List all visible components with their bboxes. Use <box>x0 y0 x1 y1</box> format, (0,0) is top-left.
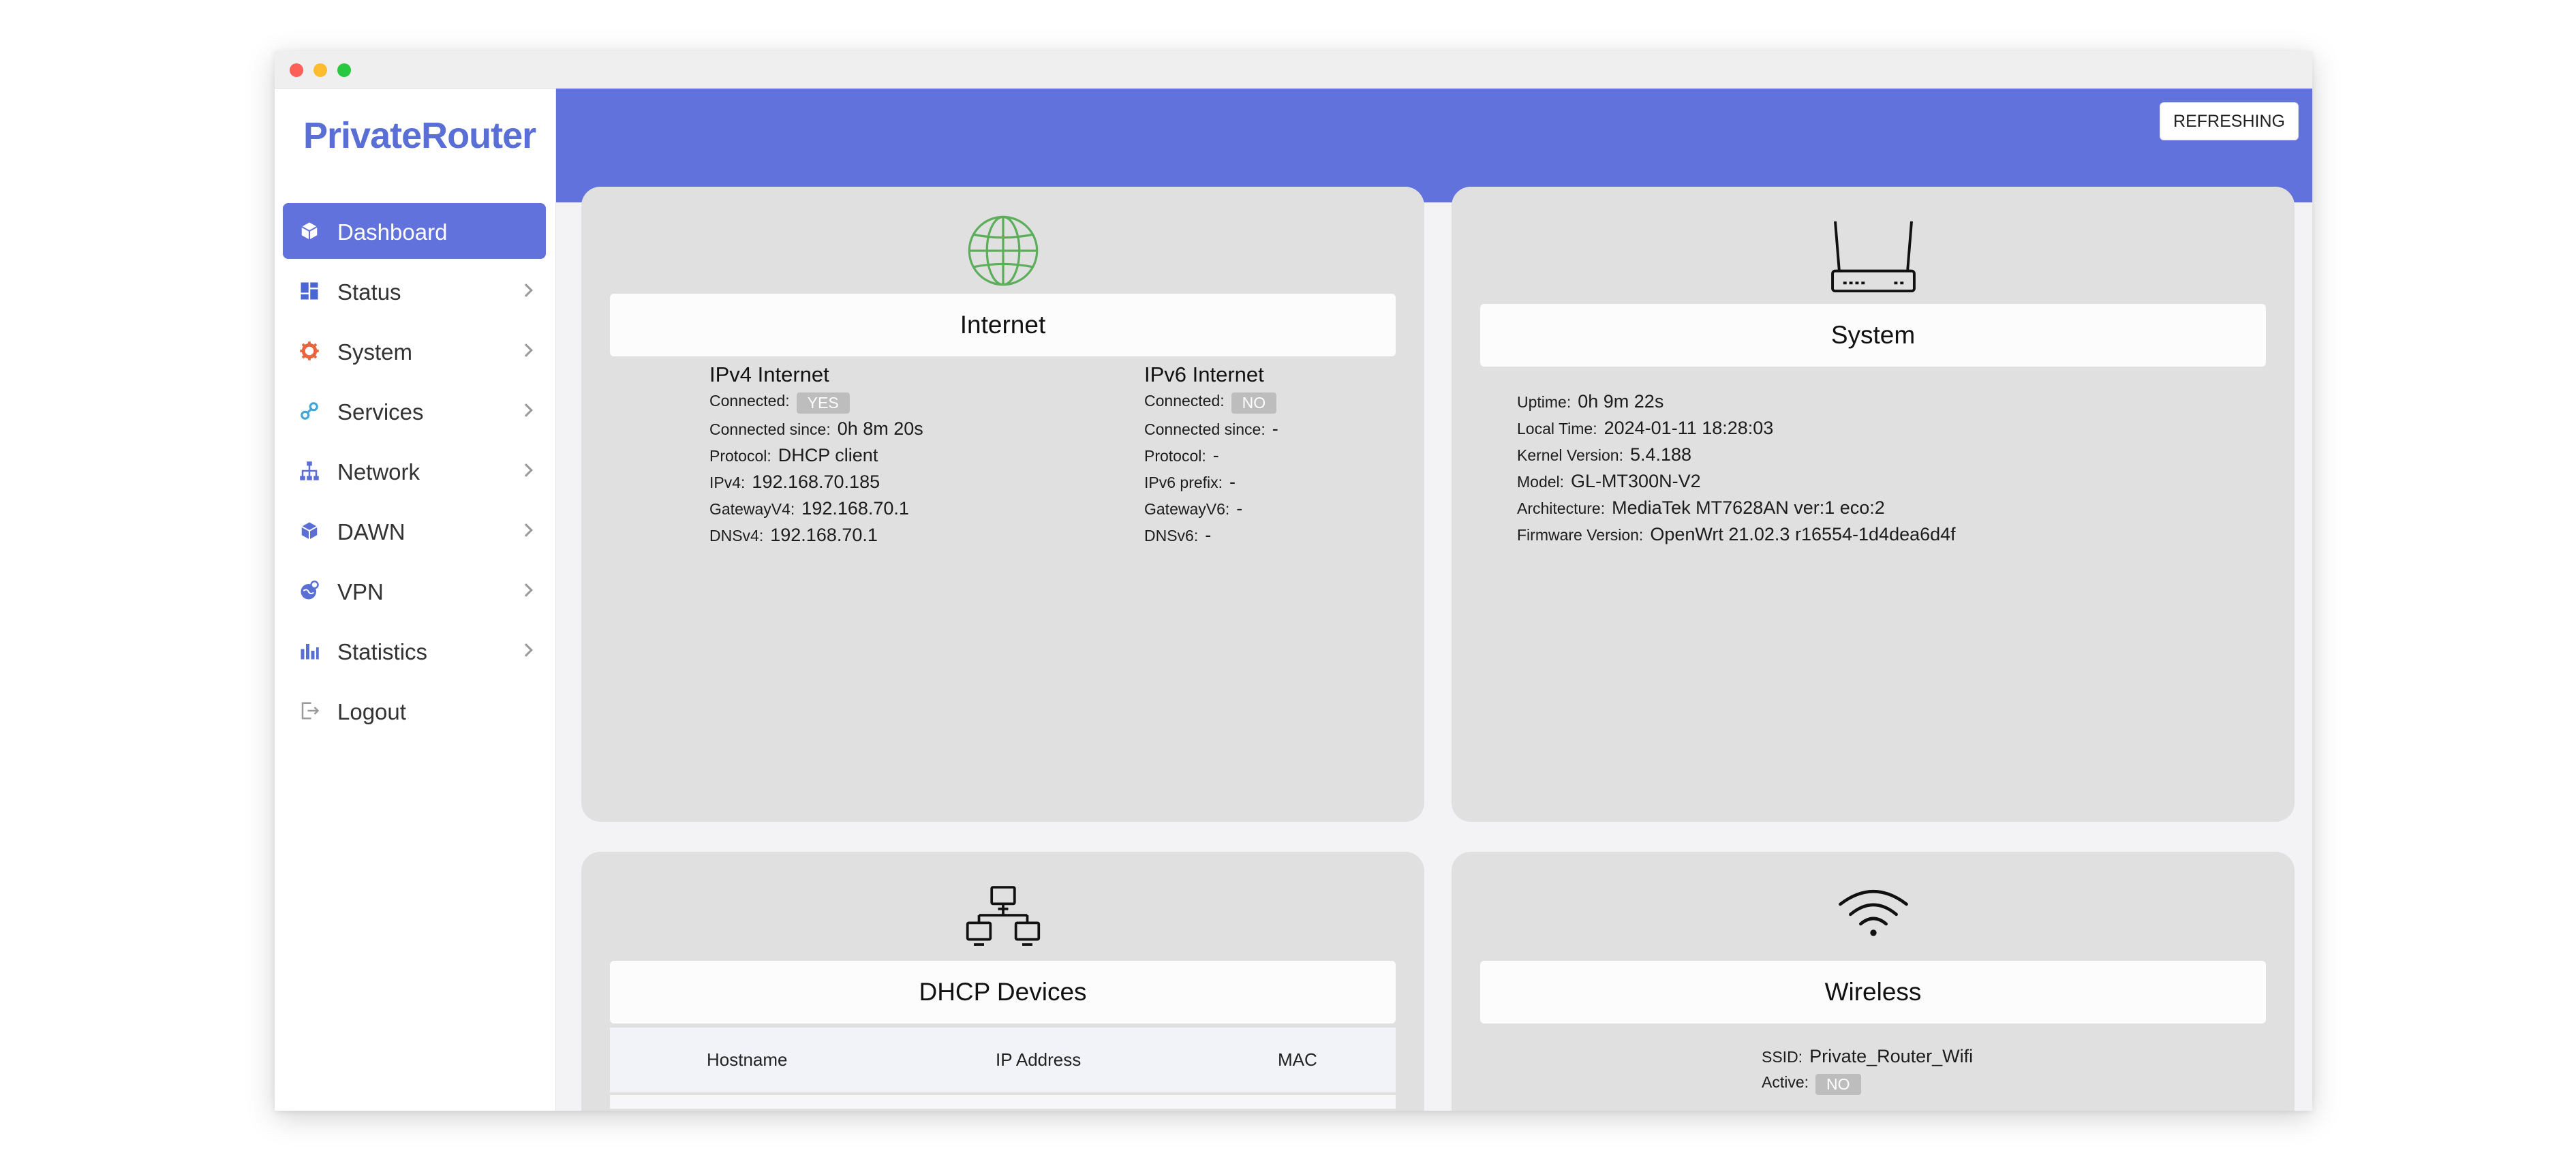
network-computers-icon <box>966 886 1040 946</box>
globe-icon <box>968 215 1038 286</box>
bar-chart-icon <box>301 644 319 660</box>
kernel-version-row: Kernel Version: 5.4.188 <box>1517 444 1692 465</box>
wireless-card-title: Wireless <box>1480 961 2266 1023</box>
ipv6-gateway-row: GatewayV6: - <box>1144 498 1243 519</box>
refreshing-button[interactable]: REFRESHING <box>2160 102 2299 140</box>
sidebar-item-label: Services <box>337 399 424 425</box>
ipv6-dns-row: DNSv6: - <box>1144 525 1212 545</box>
ssid-row: SSID: Private_Router_Wifi <box>1762 1046 1974 1066</box>
model-row: Model: GL-MT300N-V2 <box>1517 471 1701 491</box>
chevron-right-icon <box>519 463 533 477</box>
column-header-ip-address[interactable]: IP Address <box>996 1049 1081 1071</box>
router-icon <box>1830 221 1916 293</box>
chevron-right-icon <box>519 643 533 657</box>
minimize-window-button[interactable] <box>313 63 327 77</box>
sidebar-item-label: Statistics <box>337 639 428 664</box>
dashboard-grid-icon <box>301 282 318 300</box>
ipv4-heading: IPv4 Internet <box>709 363 829 386</box>
ipv4-protocol-row: Protocol: DHCP client <box>709 445 878 465</box>
window-titlebar <box>275 51 2312 89</box>
uptime-row: Uptime: 0h 9m 22s <box>1517 391 1664 412</box>
sidebar-item-label: Logout <box>337 699 406 724</box>
sidebar-nav: Dashboard Status System Services Network… <box>283 203 546 743</box>
services-icon <box>301 402 318 420</box>
firmware-version-row: Firmware Version: OpenWrt 21.02.3 r16554-… <box>1517 524 1956 544</box>
internet-card: Internet IPv4 Internet Connected: YES Con… <box>581 187 1424 822</box>
gear-icon <box>300 341 319 360</box>
logout-icon <box>301 702 320 720</box>
maximize-window-button[interactable] <box>337 63 351 77</box>
sidebar-item-network[interactable]: Network <box>283 443 546 499</box>
chevron-right-icon <box>519 343 533 357</box>
internet-card-title: Internet <box>610 294 1396 356</box>
header-banner: REFRESHING <box>556 89 2312 202</box>
chevron-right-icon <box>519 283 533 297</box>
wireless-active-badge: NO <box>1815 1074 1861 1096</box>
ipv6-connected-badge: NO <box>1231 392 1277 414</box>
ipv4-since-row: Connected since: 0h 8m 20s <box>709 418 923 439</box>
ipv6-protocol-row: Protocol: - <box>1144 445 1219 465</box>
chevron-right-icon <box>519 583 533 597</box>
dhcp-table-header: Hostname IP Address MAC <box>610 1028 1396 1092</box>
ipv4-address-row: IPv4: 192.168.70.185 <box>709 472 880 492</box>
table-row <box>610 1095 1396 1109</box>
browser-window: PrivateRouter Dashboard Status System Se… <box>275 51 2312 1111</box>
sidebar-item-vpn[interactable]: VPN <box>283 563 546 619</box>
architecture-row: Architecture: MediaTek MT7628AN ver:1 eco… <box>1517 497 1885 518</box>
sidebar-item-label: VPN <box>337 579 384 604</box>
ipv4-connected-badge: YES <box>796 392 850 414</box>
network-tree-icon <box>300 461 319 480</box>
ipv4-gateway-row: GatewayV4: 192.168.70.1 <box>709 498 909 519</box>
column-header-hostname[interactable]: Hostname <box>707 1049 788 1071</box>
wifi-icon <box>1838 890 1908 936</box>
active-row: Active: NO <box>1762 1073 1861 1096</box>
chevron-right-icon <box>519 403 533 417</box>
sidebar-item-label: Network <box>337 459 420 484</box>
chevron-right-icon <box>519 523 533 537</box>
ipv6-heading: IPv6 Internet <box>1144 363 1264 386</box>
ipv4-connected-row: Connected: YES <box>709 392 850 414</box>
dhcp-card-title: DHCP Devices <box>610 961 1396 1023</box>
sidebar-item-statistics[interactable]: Statistics <box>283 623 546 679</box>
ipv6-connected-row: Connected: NO <box>1144 392 1277 414</box>
system-card-title: System <box>1480 304 2266 367</box>
brand-logo[interactable]: PrivateRouter <box>303 114 536 157</box>
ipv4-dns-row: DNSv4: 192.168.70.1 <box>709 525 878 545</box>
sidebar-item-dawn[interactable]: DAWN <box>283 503 546 559</box>
sidebar-item-dashboard[interactable]: Dashboard <box>283 203 546 259</box>
sidebar-item-status[interactable]: Status <box>283 263 546 319</box>
local-time-row: Local Time: 2024-01-11 18:28:03 <box>1517 418 1774 438</box>
wireless-card: Wireless SSID: Private_Router_Wifi Active… <box>1452 852 2295 1111</box>
sidebar-item-label: DAWN <box>337 519 405 544</box>
sidebar-item-label: System <box>337 339 413 365</box>
sidebar-item-label: Dashboard <box>337 219 448 245</box>
vpn-globe-icon <box>301 581 319 600</box>
system-card: System Uptime: 0h 9m 22s Local Time: 2024-… <box>1452 187 2295 822</box>
dhcp-devices-card: DHCP Devices Hostname IP Address MAC <box>581 852 1424 1111</box>
cube-icon <box>301 522 318 540</box>
sidebar-item-system[interactable]: System <box>283 323 546 379</box>
sidebar: PrivateRouter Dashboard Status System Se… <box>275 89 556 1111</box>
sidebar-item-logout[interactable]: Logout <box>283 683 546 739</box>
ipv6-prefix-row: IPv6 prefix: - <box>1144 472 1236 492</box>
ipv6-since-row: Connected since: - <box>1144 418 1278 439</box>
close-window-button[interactable] <box>290 63 303 77</box>
sidebar-item-services[interactable]: Services <box>283 383 546 439</box>
cube-icon <box>301 222 318 240</box>
sidebar-item-label: Status <box>337 279 401 305</box>
column-header-mac[interactable]: MAC <box>1278 1049 1317 1071</box>
